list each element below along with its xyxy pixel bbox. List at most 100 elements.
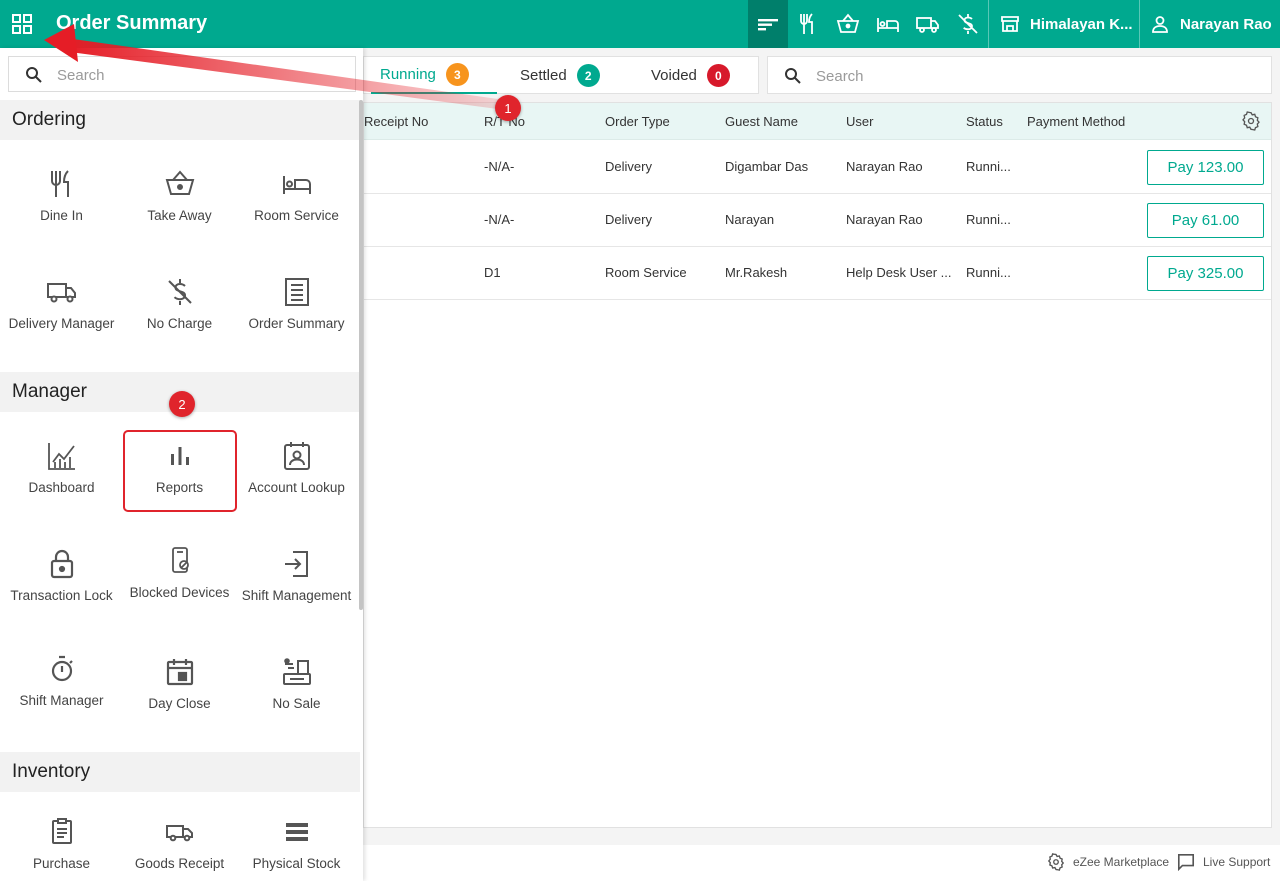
menu-item-physical-stock[interactable]: Physical Stock [238, 816, 355, 873]
cell-guest-name: Mr.Rakesh [725, 265, 788, 280]
dine-in-icon[interactable] [788, 0, 828, 48]
store-icon [1001, 16, 1019, 32]
menu-item-label: No Charge [146, 316, 213, 331]
section-inventory-title: Inventory [0, 752, 360, 792]
menu-item-transaction-lock[interactable]: Transaction Lock [3, 548, 120, 605]
cell-order-type: Room Service [605, 265, 687, 280]
cell-guest-name: Narayan [725, 212, 775, 227]
take-away-icon[interactable] [828, 0, 868, 48]
tab-label: Running [380, 66, 436, 83]
outlet-name: Himalayan K... [1030, 15, 1133, 33]
side-menu: Ordering Dine In Take Away Room Service … [0, 48, 363, 881]
orders-table: Receipt No R/T No Order Type Guest Name … [363, 102, 1272, 828]
menu-item-take-away[interactable]: Take Away [121, 168, 238, 225]
menu-item-room-service[interactable]: Room Service [238, 168, 355, 225]
cell-guest-name: Digambar Das [725, 159, 809, 174]
live-support-label: Live Support [1203, 855, 1271, 869]
cell-rt-no: D1 [484, 265, 501, 280]
menu-item-label: Physical Stock [252, 856, 341, 871]
header-payment-method: Payment Method [1027, 114, 1126, 129]
user-name: Narayan Rao [1180, 15, 1272, 33]
table-row[interactable]: -N/A- Delivery Narayan Narayan Rao Runni… [364, 194, 1271, 247]
menu-item-label: Shift Manager [19, 693, 104, 708]
search-icon [785, 68, 801, 84]
pay-button[interactable]: Pay 61.00 [1147, 203, 1264, 238]
account-lookup-icon [283, 442, 310, 470]
menu-item-no-charge[interactable]: No Charge [121, 276, 238, 333]
cell-status: Runni... [966, 212, 1011, 227]
menu-item-label: Day Close [148, 696, 211, 711]
menu-item-order-summary[interactable]: Order Summary [238, 276, 355, 333]
live-support-link[interactable]: Live Support [1177, 853, 1270, 871]
menu-item-label: Order Summary [248, 316, 345, 331]
header-receipt-no: Receipt No [364, 114, 429, 129]
search-input[interactable] [816, 65, 1256, 87]
pay-button[interactable]: Pay 325.00 [1147, 256, 1264, 291]
menu-item-no-sale[interactable]: No Sale [238, 656, 355, 713]
gear-icon[interactable] [1241, 111, 1261, 131]
menu-item-dashboard[interactable]: Dashboard [3, 440, 120, 497]
menu-scrollbar[interactable] [359, 100, 363, 610]
menu-item-label: Take Away [147, 208, 212, 223]
cell-order-type: Delivery [605, 212, 652, 227]
lock-icon [50, 549, 73, 579]
marketplace-link[interactable]: eZee Marketplace [1047, 853, 1169, 871]
header-status: Status [966, 114, 1003, 129]
table-row[interactable]: -N/A- Delivery Digambar Das Narayan Rao … [364, 141, 1271, 194]
tab-label: Settled [520, 67, 567, 84]
no-charge-icon[interactable] [948, 0, 988, 48]
cell-rt-no: -N/A- [484, 159, 515, 174]
table-row[interactable]: D1 Room Service Mr.Rakesh Help Desk User… [364, 247, 1271, 300]
step-marker-1: 1 [495, 95, 521, 121]
outlet-selector[interactable]: Himalayan K... [1000, 0, 1133, 48]
menu-item-purchase[interactable]: Purchase [3, 816, 120, 873]
tab-label: Voided [651, 67, 697, 84]
header-order-type: Order Type [605, 114, 670, 129]
menu-search-input[interactable] [57, 64, 347, 86]
menu-item-label: Delivery Manager [8, 316, 115, 331]
menu-item-shift-manager[interactable]: Shift Manager [3, 653, 120, 710]
no-charge-icon [167, 279, 192, 305]
page-title: Order Summary [56, 12, 208, 34]
menu-item-account-lookup[interactable]: Account Lookup [238, 440, 355, 497]
header-guest-name: Guest Name [725, 114, 798, 129]
menu-item-label: No Sale [272, 696, 321, 711]
step-marker-2: 2 [169, 391, 195, 417]
footer: eZee Marketplace Live Support [363, 845, 1280, 881]
tab-settled[interactable]: Settled 2 [520, 57, 600, 94]
menu-item-blocked-devices[interactable]: Blocked Devices [121, 545, 238, 602]
menu-item-delivery-manager[interactable]: Delivery Manager [3, 276, 120, 333]
menu-item-day-close[interactable]: Day Close [121, 656, 238, 713]
menu-item-label: Room Service [254, 208, 339, 223]
cell-user: Narayan Rao [846, 159, 923, 174]
take-away-icon [165, 170, 194, 195]
gear-icon [1047, 853, 1065, 871]
timer-icon [51, 655, 73, 682]
cell-status: Runni... [966, 265, 1011, 280]
cell-order-type: Delivery [605, 159, 652, 174]
pay-button[interactable]: Pay 123.00 [1147, 150, 1264, 185]
stock-icon [285, 823, 308, 841]
status-tabs: Running 3 Settled 2 Voided 0 [363, 56, 759, 94]
reports-highlight-box [123, 430, 237, 512]
menu-item-label: Account Lookup [248, 480, 345, 495]
marketplace-label: eZee Marketplace [1073, 855, 1170, 869]
main-content: Running 3 Settled 2 Voided 0 Receipt No … [363, 48, 1280, 845]
menu-item-dine-in[interactable]: Dine In [3, 168, 120, 225]
truck-icon [165, 825, 193, 842]
room-service-icon[interactable] [868, 0, 908, 48]
room-service-icon [282, 176, 311, 194]
menu-item-goods-receipt[interactable]: Goods Receipt [121, 816, 238, 873]
dine-in-icon [50, 170, 69, 197]
order-search [767, 56, 1272, 94]
apps-grid-icon[interactable] [12, 14, 32, 34]
clipboard-icon [51, 818, 72, 844]
delivery-icon[interactable] [908, 0, 948, 48]
cell-rt-no: -N/A- [484, 212, 515, 227]
user-menu[interactable]: Narayan Rao [1150, 0, 1272, 48]
cell-user: Help Desk User ... [846, 265, 952, 280]
tab-voided[interactable]: Voided 0 [651, 57, 730, 94]
order-summary-icon[interactable] [748, 0, 788, 48]
tab-running[interactable]: Running 3 [371, 57, 497, 94]
menu-item-shift-management[interactable]: Shift Management [238, 548, 355, 605]
